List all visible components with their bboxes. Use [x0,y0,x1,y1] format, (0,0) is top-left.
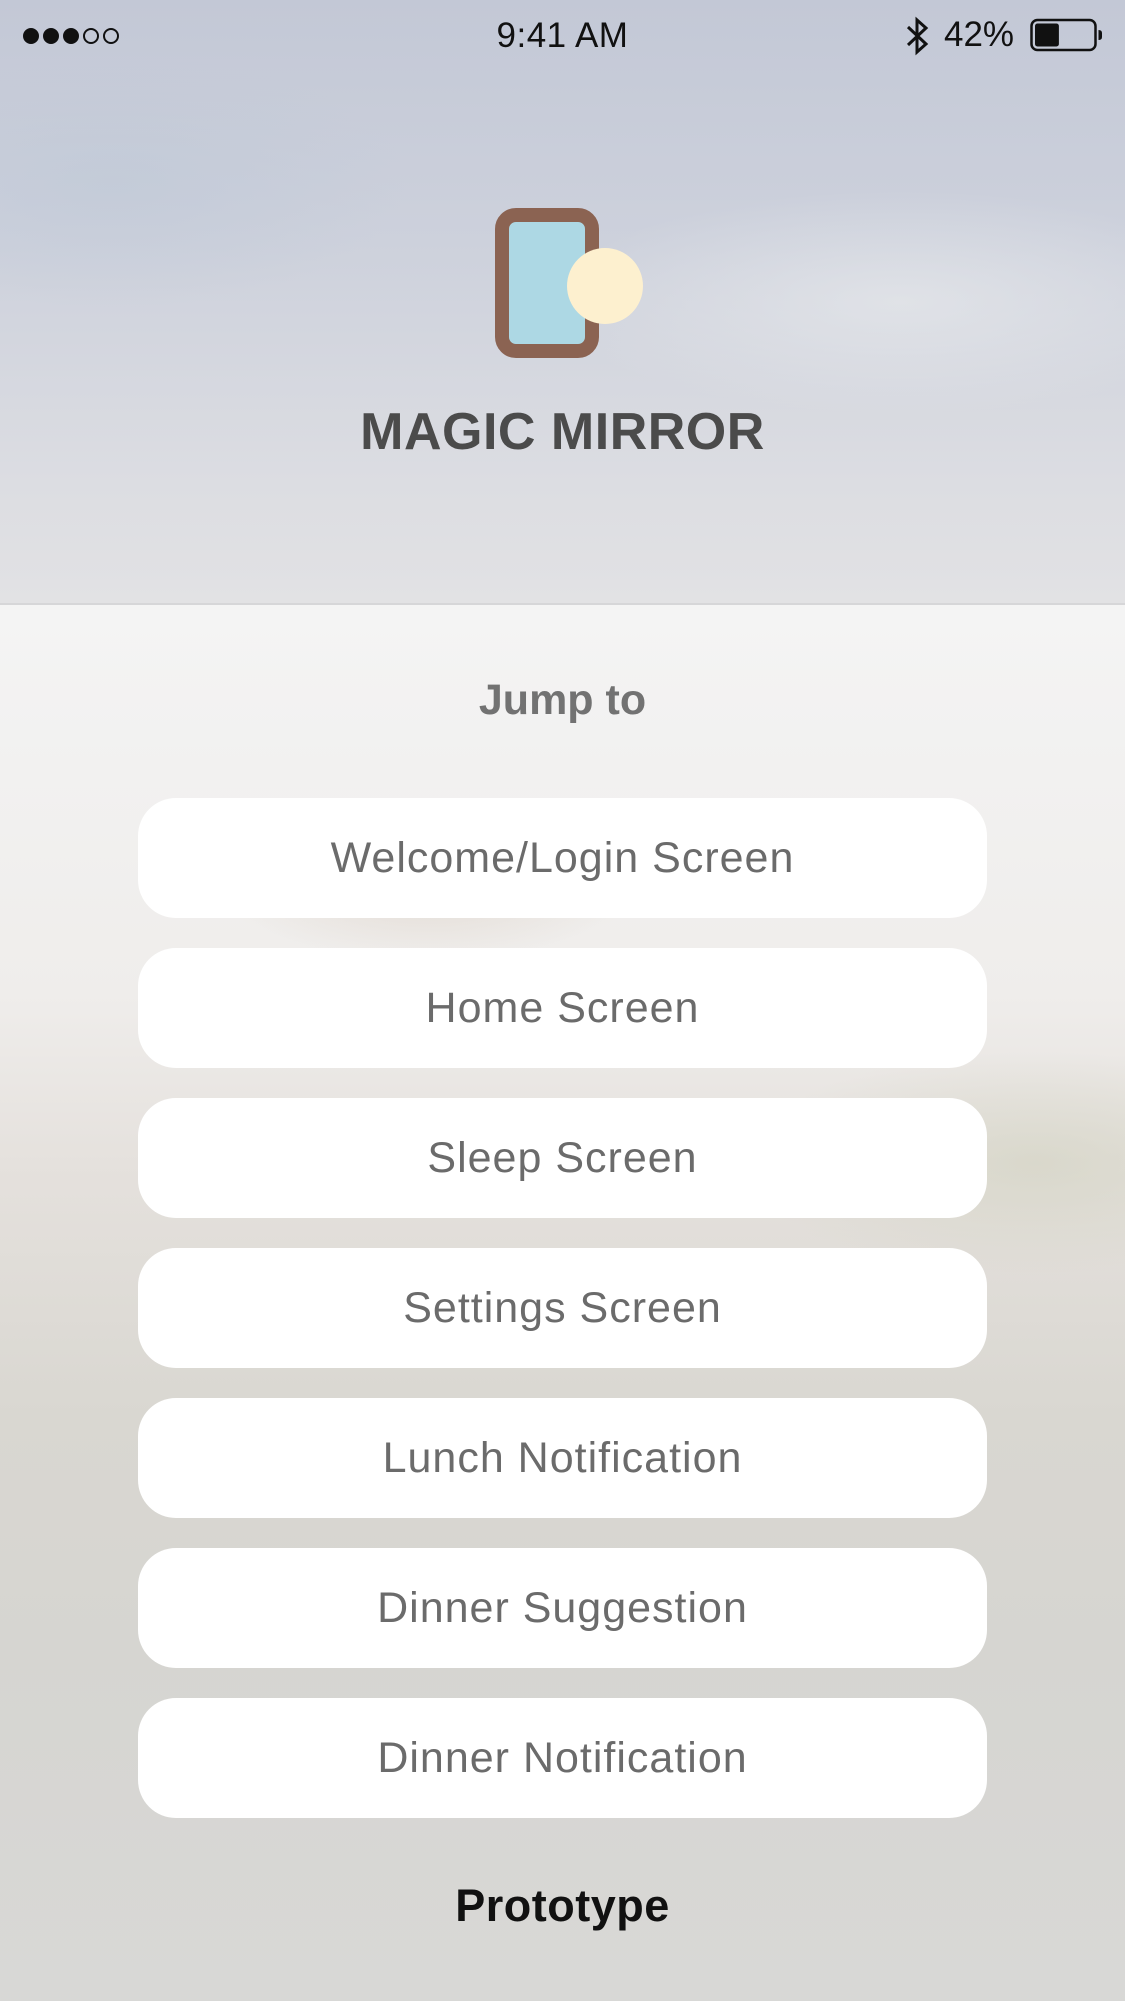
screen-menu: Welcome/Login Screen Home Screen Sleep S… [138,798,987,1848]
lunch-notification-button[interactable]: Lunch Notification [138,1398,987,1518]
mirror-icon [495,208,643,358]
prototype-label: Prototype [455,1880,670,1931]
dinner-notification-button[interactable]: Dinner Notification [138,1698,987,1818]
status-bar: 9:41 AM 42% [0,0,1125,72]
battery-percentage: 42% [944,15,1015,54]
bluetooth-icon [906,16,929,56]
battery-fill [1035,23,1059,47]
settings-screen-button[interactable]: Settings Screen [138,1248,987,1368]
battery-icon [1030,18,1102,52]
dinner-suggestion-button[interactable]: Dinner Suggestion [138,1548,987,1668]
welcome-login-screen-button[interactable]: Welcome/Login Screen [138,798,987,918]
home-screen-button[interactable]: Home Screen [138,948,987,1068]
jump-to-heading: Jump to [478,676,647,724]
sleep-screen-button[interactable]: Sleep Screen [138,1098,987,1218]
app-title: MAGIC MIRROR [360,403,765,461]
